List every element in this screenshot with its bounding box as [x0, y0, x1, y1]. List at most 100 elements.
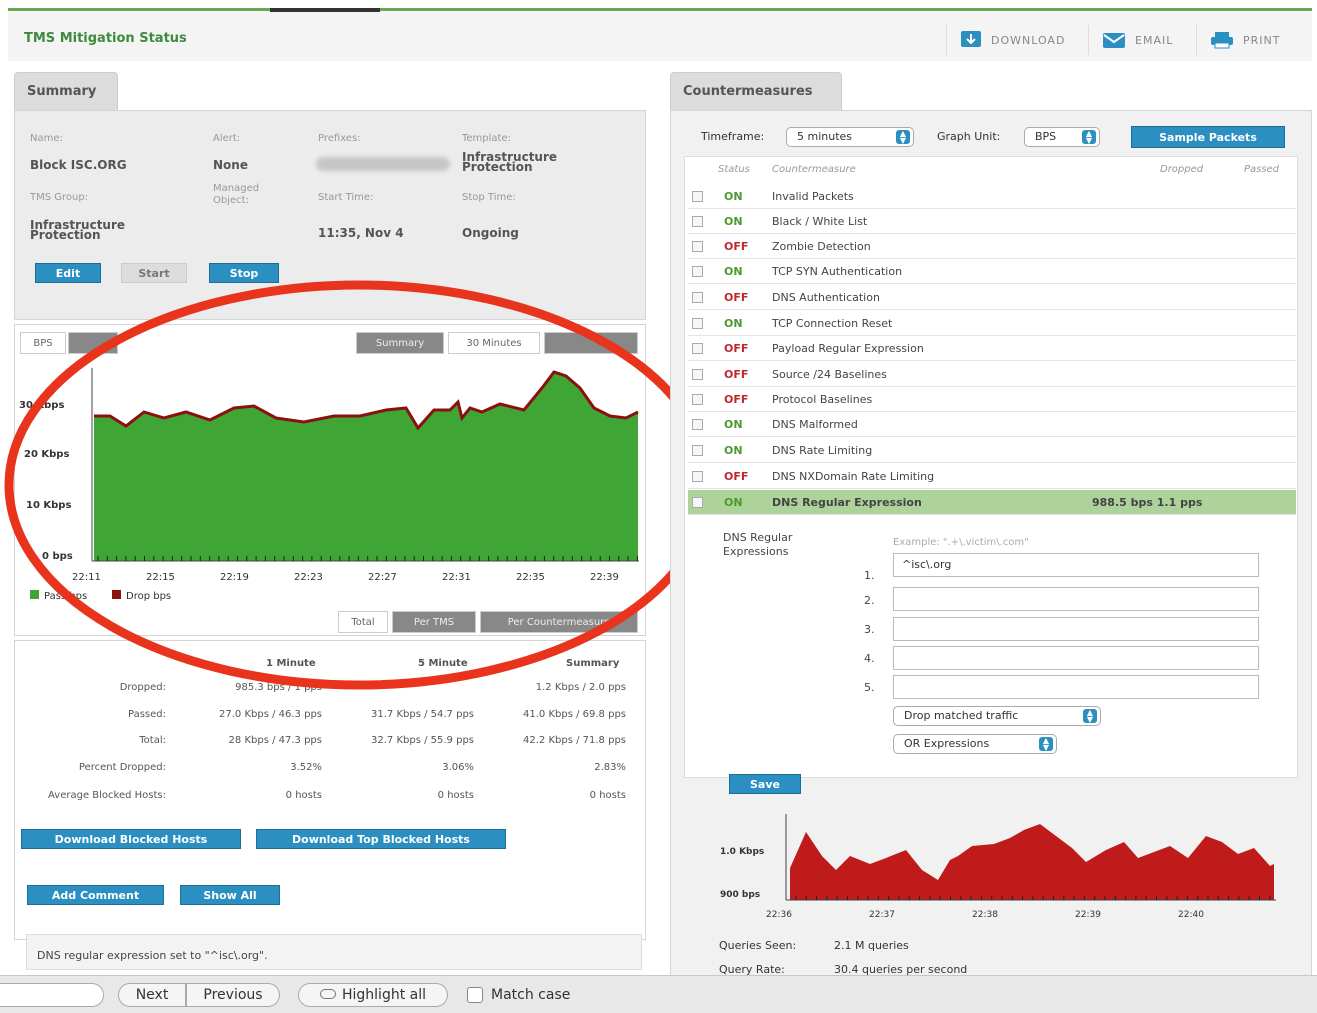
row-checkbox[interactable] [692, 497, 703, 508]
countermeasure-row[interactable]: OFF DNS NXDomain Rate Limiting [688, 464, 1296, 489]
countermeasure-row[interactable]: OFF Zombie Detection [688, 234, 1296, 259]
download-top-blocked-hosts-button[interactable]: Download Top Blocked Hosts [256, 829, 506, 849]
x-tick-label: 22:11 [72, 572, 101, 583]
find-previous-button[interactable]: Previous [186, 983, 280, 1007]
row-checkbox[interactable] [692, 191, 703, 202]
countermeasure-row[interactable]: ON Black / White List [688, 209, 1296, 234]
add-comment-button[interactable]: Add Comment [27, 885, 164, 905]
email-button[interactable]: EMAIL [1088, 25, 1173, 55]
download-icon [961, 31, 981, 47]
tab-summary[interactable]: Summary [14, 72, 118, 110]
column-status: Status [718, 164, 750, 175]
row-checkbox[interactable] [692, 394, 703, 405]
row-checkbox[interactable] [692, 216, 703, 227]
countermeasure-row[interactable]: OFF DNS Authentication [688, 285, 1296, 310]
tab-total[interactable]: Total [338, 611, 388, 633]
tab-other-range[interactable] [544, 332, 638, 354]
show-all-button[interactable]: Show All [180, 885, 280, 905]
row-checkbox[interactable] [692, 292, 703, 303]
row-name: Invalid Packets [772, 190, 854, 203]
stats-row-label: Average Blocked Hosts: [48, 790, 166, 801]
row-checkbox[interactable] [692, 318, 703, 329]
countermeasure-row[interactable]: ON DNS Malformed [688, 412, 1296, 437]
match-case-checkbox[interactable] [467, 987, 483, 1003]
action-value: Drop matched traffic [904, 709, 1019, 722]
stats-header: 1 Minute [266, 658, 316, 669]
y-tick-label: 30 Kbps [19, 400, 64, 411]
tab-pps[interactable] [68, 332, 118, 354]
tab-per-tms[interactable]: Per TMS [392, 611, 476, 633]
row-checkbox[interactable] [692, 241, 703, 252]
start-button[interactable]: Start [121, 263, 187, 283]
row-checkbox[interactable] [692, 419, 703, 430]
print-icon [1211, 32, 1233, 49]
x-tick-label: 22:39 [590, 572, 619, 583]
countermeasure-row-selected[interactable]: ON DNS Regular Expression 988.5 bps 1.1 pp… [688, 490, 1296, 515]
timeframe-select[interactable]: 5 minutes ▲ ▼ [786, 127, 914, 147]
save-button[interactable]: Save [729, 774, 801, 794]
action-select[interactable]: Drop matched traffic ▲ ▼ [893, 706, 1101, 726]
highlight-all-button[interactable]: Highlight all [298, 983, 448, 1007]
tab-countermeasures[interactable]: Countermeasures [670, 72, 842, 110]
active-indicator [270, 8, 380, 12]
row-status: ON [724, 444, 743, 457]
mini-x-tick-label: 22:39 [1075, 910, 1101, 920]
stats-cell: 1.2 Kbps / 2.0 pps [535, 682, 626, 693]
tms-group-value[interactable]: Infrastructure Protection [30, 219, 150, 241]
find-next-button[interactable]: Next [118, 983, 186, 1007]
print-label: PRINT [1243, 33, 1281, 47]
row-status: ON [724, 190, 743, 203]
expression-input[interactable] [893, 646, 1259, 670]
tab-per-countermeasure[interactable]: Per Countermeasure [480, 611, 638, 633]
countermeasure-row[interactable]: ON TCP SYN Authentication [688, 259, 1296, 284]
download-blocked-hosts-button[interactable]: Download Blocked Hosts [21, 829, 241, 849]
expression-input[interactable]: ^isc\.org [893, 553, 1259, 577]
traffic-chart: 30 Kbps 20 Kbps 10 Kbps 0 bps 22:11 22:1… [19, 368, 639, 602]
x-tick-label: 22:31 [442, 572, 471, 583]
expression-input[interactable] [893, 617, 1259, 641]
expression-input[interactable] [893, 675, 1259, 699]
row-name: Source /24 Baselines [772, 368, 887, 381]
row-checkbox[interactable] [692, 343, 703, 354]
expression-number: 2. [864, 594, 875, 607]
combine-value: OR Expressions [904, 737, 990, 750]
mini-x-tick-label: 22:36 [766, 910, 792, 920]
highlight-all-label: Highlight all [341, 987, 426, 1003]
stats-row-label: Passed: [128, 709, 166, 720]
countermeasure-row[interactable]: ON DNS Rate Limiting [688, 438, 1296, 463]
row-status: OFF [724, 240, 749, 253]
countermeasure-row[interactable]: ON TCP Connection Reset [688, 311, 1296, 336]
page-title: TMS Mitigation Status [24, 31, 187, 46]
sample-packets-button[interactable]: Sample Packets [1131, 126, 1285, 148]
countermeasure-row[interactable]: OFF Payload Regular Expression [688, 336, 1296, 361]
mini-x-tick-label: 22:37 [869, 910, 895, 920]
prefixes-label: Prefixes: [318, 133, 361, 144]
stop-button[interactable]: Stop [209, 263, 279, 283]
row-checkbox[interactable] [692, 471, 703, 482]
stats-cell: 32.7 Kbps / 55.9 pps [371, 735, 474, 746]
tab-graph-summary[interactable]: Summary [356, 332, 444, 354]
countermeasure-row[interactable]: OFF Source /24 Baselines [688, 362, 1296, 387]
row-checkbox[interactable] [692, 445, 703, 456]
print-button[interactable]: PRINT [1196, 25, 1280, 55]
x-tick-label: 22:35 [516, 572, 545, 583]
tab-bps[interactable]: BPS [20, 332, 66, 354]
combine-select[interactable]: OR Expressions ▲ ▼ [893, 734, 1057, 754]
graph-unit-select[interactable]: BPS ▲ ▼ [1024, 127, 1100, 147]
alert-value: None [213, 158, 248, 172]
countermeasure-row[interactable]: OFF Protocol Baselines [688, 387, 1296, 412]
email-label: EMAIL [1135, 33, 1174, 47]
stats-row-label: Dropped: [119, 682, 166, 693]
stats-cell: 42.2 Kbps / 71.8 pps [523, 735, 626, 746]
row-checkbox[interactable] [692, 266, 703, 277]
edit-button[interactable]: Edit [35, 263, 101, 283]
stats-cell: 0 hosts [589, 790, 626, 801]
find-input[interactable] [0, 983, 104, 1007]
expression-input[interactable] [893, 587, 1259, 611]
download-button[interactable]: DOWNLOAD [946, 25, 1065, 55]
countermeasure-row[interactable]: ON Invalid Packets [688, 184, 1296, 209]
y-tick-label: 10 Kbps [26, 500, 71, 511]
tab-30-minutes[interactable]: 30 Minutes [448, 332, 540, 354]
row-checkbox[interactable] [692, 369, 703, 380]
download-label: DOWNLOAD [991, 33, 1066, 47]
